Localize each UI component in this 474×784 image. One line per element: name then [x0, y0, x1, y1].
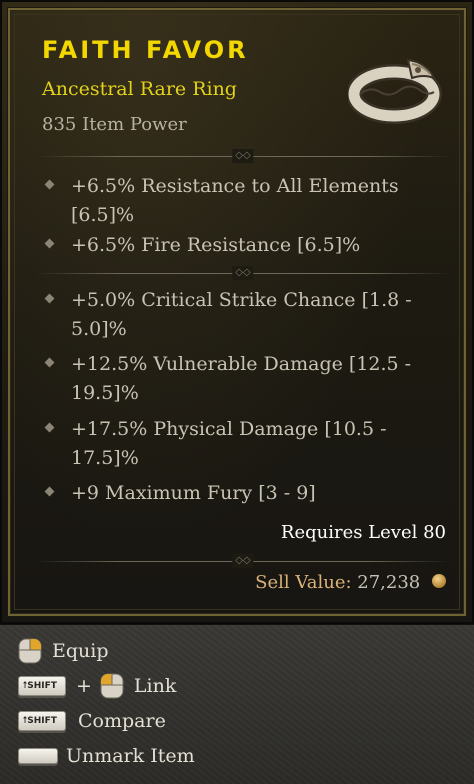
- mouse-right-icon: [18, 638, 42, 664]
- sell-value-amount: 27,238: [357, 572, 421, 593]
- item-name: FAITH FAVOR: [42, 36, 249, 64]
- item-tooltip: FAITH FAVOR Ancestral Rare Ring 835 Item…: [0, 0, 474, 624]
- link-action[interactable]: ⭡SHIFT + Link: [18, 671, 176, 701]
- separator: ◇◇: [36, 554, 450, 568]
- mouse-left-icon: [100, 673, 124, 699]
- equip-label: Equip: [52, 640, 109, 662]
- action-bar: Equip ⭡SHIFT + Link ⭡SHIFT Compare Unmar…: [0, 624, 474, 784]
- ring-icon: [348, 58, 442, 124]
- bullet-diamond-icon: [44, 422, 55, 433]
- sell-value: Sell Value: 27,238: [255, 572, 446, 593]
- equip-action[interactable]: Equip: [18, 636, 109, 666]
- shift-key-icon: ⭡SHIFT: [18, 676, 66, 696]
- separator: ◇◇: [36, 149, 450, 163]
- spacebar-key-icon: [18, 748, 58, 764]
- gold-coin-icon: [432, 574, 446, 588]
- unmark-label: Unmark Item: [66, 745, 195, 767]
- shift-key-icon: ⭡SHIFT: [18, 711, 66, 731]
- sell-value-label: Sell Value:: [255, 572, 352, 593]
- plus-sign: +: [76, 675, 92, 697]
- separator: ◇◇: [36, 266, 450, 280]
- link-label: Link: [133, 675, 177, 697]
- compare-action[interactable]: ⭡SHIFT Compare: [18, 706, 166, 736]
- bullet-diamond-icon: [44, 238, 55, 249]
- bullet-diamond-icon: [44, 357, 55, 368]
- item-type: Ancestral Rare Ring: [42, 78, 237, 100]
- bullet-diamond-icon: [44, 486, 55, 497]
- bullet-diamond-icon: [44, 293, 55, 304]
- item-power: 835 Item Power: [42, 114, 187, 135]
- unmark-action[interactable]: Unmark Item: [18, 741, 195, 771]
- bullet-diamond-icon: [44, 179, 55, 190]
- compare-label: Compare: [78, 710, 166, 732]
- level-requirement: Requires Level 80: [280, 522, 446, 543]
